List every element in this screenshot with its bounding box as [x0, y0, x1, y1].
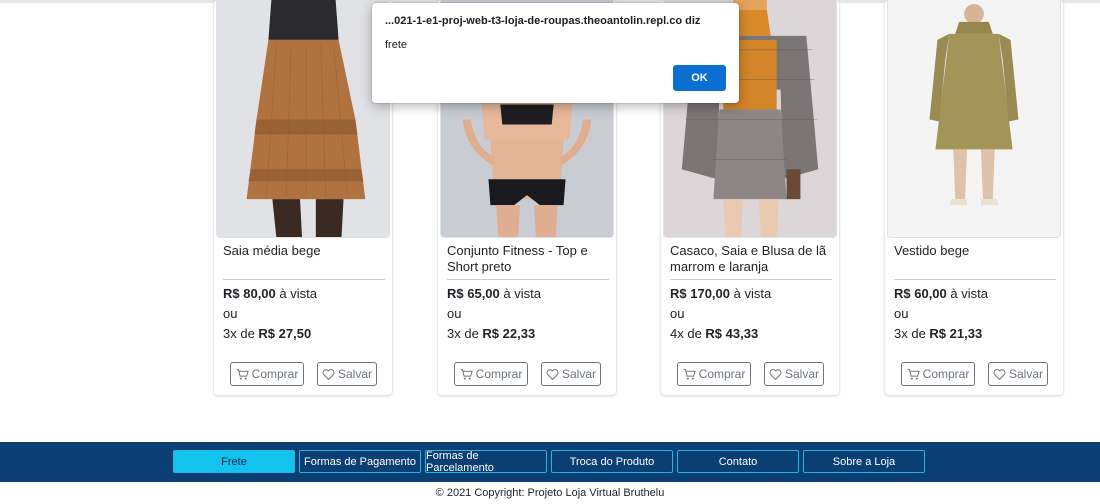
product-title: Conjunto Fitness - Top e Short preto [447, 243, 588, 274]
product-title: Casaco, Saia e Blusa de lã marrom e lara… [670, 243, 827, 274]
nav-formas-pagamento[interactable]: Formas de Pagamento [299, 450, 421, 473]
buy-button[interactable]: Comprar [454, 362, 528, 386]
or-label: ou [670, 306, 685, 321]
nav-formas-parcelamento[interactable]: Formas de Parcelamento [425, 450, 547, 474]
footer-bar [0, 442, 1100, 482]
installment: 3x de R$ 21,33 [894, 326, 983, 341]
save-button[interactable]: Salvar [317, 362, 377, 386]
divider [223, 279, 385, 280]
product-image[interactable] [216, 0, 390, 238]
cart-icon [460, 368, 473, 380]
installment: 3x de R$ 27,50 [223, 326, 312, 341]
or-label: ou [894, 306, 909, 321]
ok-button[interactable]: OK [673, 65, 726, 91]
divider [670, 279, 832, 280]
save-button[interactable]: Salvar [988, 362, 1048, 386]
product-title: Vestido bege [894, 243, 970, 258]
nav-troca-produto[interactable]: Troca do Produto [551, 450, 673, 473]
nav-frete[interactable]: Frete [173, 450, 295, 473]
product-price: R$ 65,00 à vista [447, 286, 541, 301]
divider [447, 279, 609, 280]
nav-contato[interactable]: Contato [677, 450, 799, 473]
buy-button[interactable]: Comprar [901, 362, 975, 386]
installment: 3x de R$ 22,33 [447, 326, 536, 341]
heart-icon [322, 368, 335, 380]
save-button[interactable]: Salvar [541, 362, 601, 386]
buy-button[interactable]: Comprar [677, 362, 751, 386]
alert-dialog: ...021-1-e1-proj-web-t3-loja-de-roupas.t… [372, 3, 739, 103]
nav-sobre-loja[interactable]: Sobre a Loja [803, 450, 925, 473]
copyright-text: © 2021 Copyright: Projeto Loja Virtual B… [435, 487, 665, 499]
buy-button[interactable]: Comprar [230, 362, 304, 386]
or-label: ou [447, 306, 462, 321]
product-price: R$ 60,00 à vista [894, 286, 988, 301]
dialog-title: ...021-1-e1-proj-web-t3-loja-de-roupas.t… [385, 15, 701, 27]
cart-icon [683, 368, 696, 380]
cart-icon [907, 368, 920, 380]
installment: 4x de R$ 43,33 [670, 326, 759, 341]
divider [894, 279, 1056, 280]
product-title: Saia média bege [223, 243, 321, 258]
save-button[interactable]: Salvar [764, 362, 824, 386]
product-card: Vestido bege R$ 60,00 à vista ou 3x de R… [885, 0, 1063, 395]
product-price: R$ 170,00 à vista [670, 286, 772, 301]
or-label: ou [223, 306, 238, 321]
dialog-message: frete [385, 39, 408, 51]
product-image[interactable] [887, 0, 1061, 238]
heart-icon [769, 368, 782, 380]
product-price: R$ 80,00 à vista [223, 286, 317, 301]
heart-icon [546, 368, 559, 380]
cart-icon [236, 368, 249, 380]
product-card: Saia média bege R$ 80,00 à vista ou 3x d… [214, 0, 392, 395]
heart-icon [993, 368, 1006, 380]
